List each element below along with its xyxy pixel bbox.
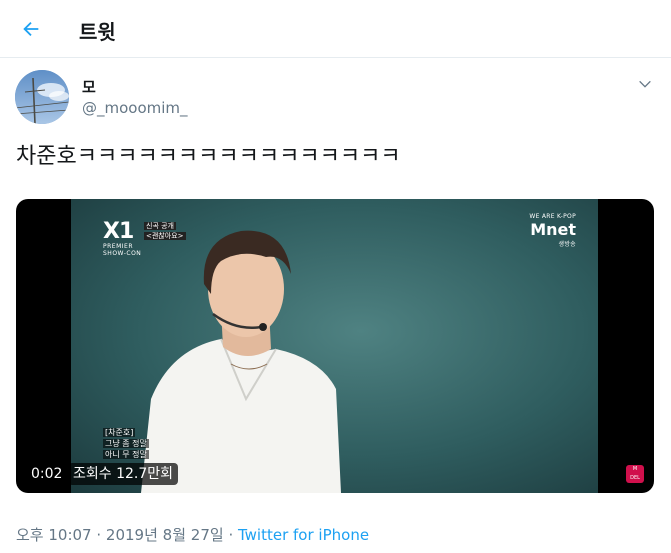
show-logo: X1 PREMIER SHOW-CON xyxy=(103,219,142,258)
channel-badge: M DEL xyxy=(626,465,644,483)
video-duration: 0:02 xyxy=(26,463,68,485)
video-player[interactable]: X1 PREMIER SHOW-CON 신곡 공개 <괜찮아요> WE ARE … xyxy=(16,199,654,493)
video-subtitles: [차준호] 그냥 좀 정말 아니 무 정말 xyxy=(103,428,149,459)
tweet-metadata: 오후 10:07 · 2019년 8월 27일 · Twitter for iP… xyxy=(16,524,369,545)
author-handle[interactable]: @_mooomim_ xyxy=(82,99,188,117)
back-button[interactable] xyxy=(12,10,50,48)
video-frame: X1 PREMIER SHOW-CON 신곡 공개 <괜찮아요> WE ARE … xyxy=(71,199,598,493)
tweet-time: 오후 10:07 xyxy=(16,526,92,544)
broadcaster-logo: WE ARE K-POP Mnet 생방송 xyxy=(529,213,576,248)
song-caption: 신곡 공개 <괜찮아요> xyxy=(144,222,186,240)
tweet-date: 2019년 8월 27일 xyxy=(105,526,224,544)
separator: · xyxy=(223,526,238,544)
separator: · xyxy=(91,526,106,544)
performer-image xyxy=(141,230,341,493)
tweet-text: 차준호ㅋㅋㅋㅋㅋㅋㅋㅋㅋㅋㅋㅋㅋㅋㅋㅋ xyxy=(16,144,401,169)
more-options-button[interactable] xyxy=(633,72,657,96)
tweet-source-link[interactable]: Twitter for iPhone xyxy=(238,526,369,544)
arrow-left-icon xyxy=(23,21,39,37)
chevron-down-icon xyxy=(639,80,651,88)
avatar[interactable] xyxy=(15,70,69,124)
page-title: 트윗 xyxy=(79,20,116,44)
top-bar: 트윗 xyxy=(0,0,671,58)
video-view-count: 조회수 12.7만회 xyxy=(68,463,179,485)
avatar-image xyxy=(15,70,69,124)
author-name[interactable]: 모 xyxy=(82,76,96,97)
